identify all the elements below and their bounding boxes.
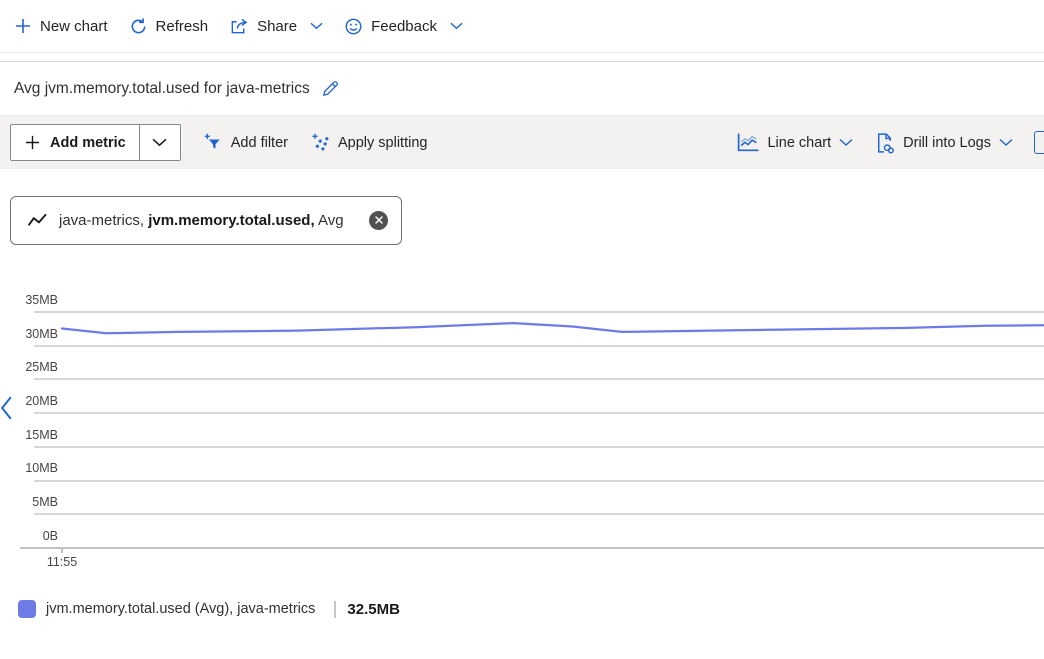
legend-value: 32.5MB: [334, 601, 400, 618]
gridline: [34, 345, 1044, 347]
gridline: [34, 311, 1044, 313]
share-label: Share: [257, 18, 297, 35]
split-scatter-plus-icon: [311, 133, 330, 152]
chart-title: Avg jvm.memory.total.used for java-metri…: [14, 80, 310, 98]
sparkline-icon: [27, 213, 48, 228]
metric-aggregation: Avg: [318, 212, 344, 229]
add-metric-button[interactable]: Add metric: [11, 125, 139, 160]
y-axis-tick-label: 5MB: [0, 495, 58, 509]
refresh-button[interactable]: Refresh: [127, 15, 211, 38]
edit-pencil-icon[interactable]: [321, 79, 340, 98]
toolbar-left-group: Add metric Add filter Apply: [10, 124, 427, 161]
feedback-button[interactable]: Feedback: [342, 15, 465, 38]
pin-icon[interactable]: [1034, 131, 1044, 154]
metrics-explorer-page: New chart Refresh Share Feedback: [0, 0, 1044, 659]
divider: [0, 52, 1044, 53]
close-icon: [374, 212, 384, 230]
gridline: [34, 412, 1044, 414]
share-icon: [229, 17, 249, 36]
command-bar: New chart Refresh Share Feedback: [0, 0, 1044, 52]
chart-legend: jvm.memory.total.used (Avg), java-metric…: [18, 600, 400, 618]
x-axis-tick-label: 11:55: [38, 555, 86, 569]
share-button[interactable]: Share: [227, 15, 325, 38]
toolbar-right-group: Line chart Drill into Logs: [736, 131, 1044, 154]
feedback-label: Feedback: [371, 18, 437, 35]
x-axis-line: [20, 547, 1044, 549]
drill-into-logs-label: Drill into Logs: [903, 135, 991, 151]
smiley-feedback-icon: [344, 17, 363, 36]
apply-splitting-label: Apply splitting: [338, 135, 427, 151]
y-axis-tick-label: 15MB: [0, 428, 58, 442]
gridline: [34, 446, 1044, 448]
series-line: [62, 323, 1044, 333]
new-chart-label: New chart: [40, 18, 108, 35]
chart-type-label: Line chart: [767, 135, 831, 151]
metric-resource: java-metrics,: [59, 212, 144, 229]
document-link-icon: [874, 132, 895, 154]
filter-plus-icon: [204, 133, 223, 152]
gridline: [34, 513, 1044, 515]
chevron-down-icon: [839, 138, 853, 147]
y-axis-tick-label: 10MB: [0, 461, 58, 475]
add-metric-dropdown[interactable]: [140, 125, 180, 160]
y-axis-tick-label: 20MB: [0, 394, 58, 408]
legend-label: jvm.memory.total.used (Avg), java-metric…: [46, 601, 315, 617]
chart-type-dropdown[interactable]: Line chart: [736, 132, 853, 153]
y-axis-tick-label: 30MB: [0, 327, 58, 341]
metric-pill-text: java-metrics, jvm.memory.total.used, Avg: [59, 212, 344, 229]
chevron-down-icon: [450, 22, 463, 30]
remove-metric-button[interactable]: [369, 211, 388, 230]
y-axis-tick-label: 25MB: [0, 360, 58, 374]
y-axis-tick-label: 35MB: [0, 293, 58, 307]
metric-name: jvm.memory.total.used,: [148, 212, 314, 229]
drill-into-logs-dropdown[interactable]: Drill into Logs: [874, 132, 1013, 154]
x-axis-tick-mark: [61, 547, 63, 553]
plus-icon: [24, 134, 41, 151]
refresh-icon: [129, 17, 148, 36]
add-filter-label: Add filter: [231, 135, 288, 151]
refresh-label: Refresh: [156, 18, 209, 35]
plus-icon: [14, 17, 32, 35]
gridline: [34, 480, 1044, 482]
chevron-down-icon: [152, 134, 167, 152]
gridline: [34, 378, 1044, 380]
new-chart-button[interactable]: New chart: [12, 15, 110, 37]
metric-toolbar: Add metric Add filter Apply: [0, 116, 1044, 169]
metric-pill[interactable]: java-metrics, jvm.memory.total.used, Avg: [10, 196, 402, 245]
line-chart-icon: [736, 132, 759, 153]
add-metric-label: Add metric: [50, 135, 126, 151]
chart-title-row: Avg jvm.memory.total.used for java-metri…: [0, 62, 1044, 115]
add-filter-button[interactable]: Add filter: [204, 133, 288, 152]
y-axis-tick-label: 0B: [0, 529, 58, 543]
chevron-down-icon: [310, 22, 323, 30]
legend-swatch[interactable]: [18, 600, 36, 618]
apply-splitting-button[interactable]: Apply splitting: [311, 133, 427, 152]
chevron-down-icon: [999, 138, 1013, 147]
add-metric-split-button: Add metric: [10, 124, 181, 161]
